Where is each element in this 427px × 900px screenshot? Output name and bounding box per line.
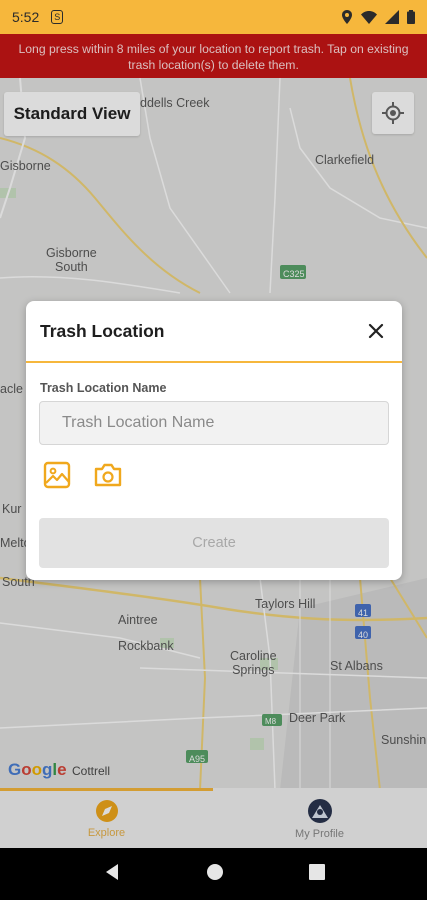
camera-button[interactable] <box>92 459 124 491</box>
camera-icon <box>94 463 122 487</box>
signal-icon <box>385 10 399 24</box>
home-button[interactable] <box>206 863 224 886</box>
location-icon <box>342 10 352 24</box>
dialog-header: Trash Location <box>26 301 402 363</box>
close-button[interactable] <box>364 319 388 343</box>
trash-location-name-label: Trash Location Name <box>40 381 167 395</box>
wifi-icon <box>361 10 377 24</box>
battery-icon <box>407 10 415 24</box>
create-button[interactable]: Create <box>39 518 389 568</box>
home-icon <box>206 863 223 880</box>
system-nav-bar <box>0 848 427 900</box>
recents-button[interactable] <box>308 863 325 885</box>
gallery-button[interactable] <box>41 459 73 491</box>
status-bar: 5:52 S <box>0 0 427 34</box>
trash-location-dialog: Trash Location Trash Location Name Creat… <box>26 301 402 580</box>
status-icons <box>341 10 415 24</box>
dialog-title: Trash Location <box>40 320 165 341</box>
recents-icon <box>308 863 325 880</box>
status-time: 5:52 <box>12 9 40 25</box>
back-icon <box>105 863 118 880</box>
back-button[interactable] <box>103 863 121 886</box>
app-notification-icon: S <box>51 10 64 24</box>
trash-location-name-input[interactable] <box>39 401 389 445</box>
close-icon <box>368 323 384 339</box>
image-icon <box>43 461 71 489</box>
